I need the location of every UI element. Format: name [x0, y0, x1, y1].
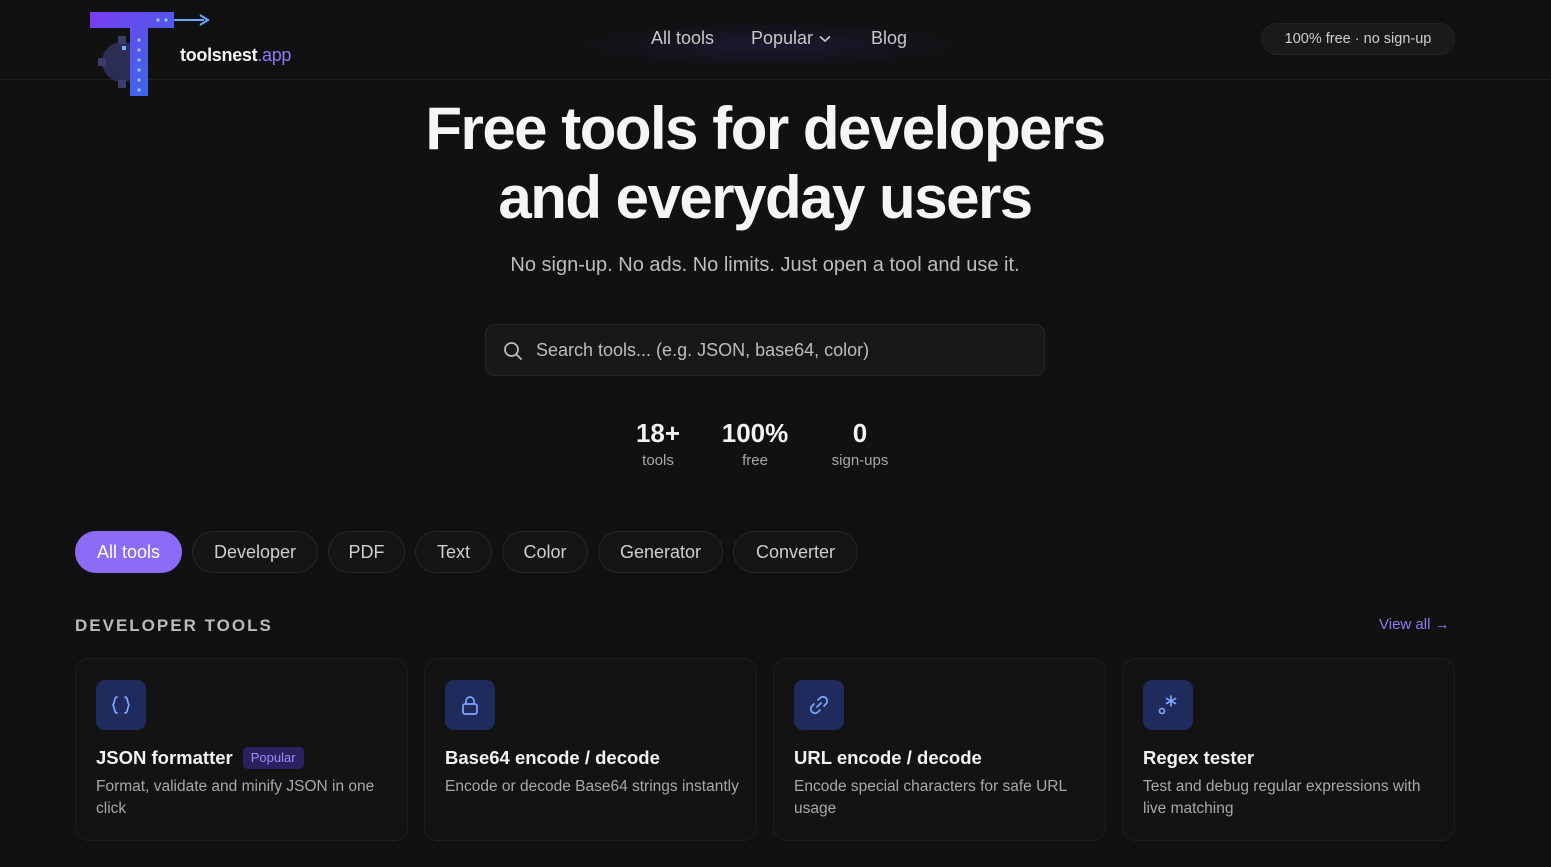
stat-value: 18+ [635, 418, 681, 448]
filter-generator[interactable]: Generator [598, 531, 723, 573]
chevron-down-icon [819, 36, 831, 43]
free-badge: 100% free · no sign-up [1261, 23, 1455, 55]
logo[interactable]: toolsnest.app [86, 6, 316, 102]
regex-icon [1158, 695, 1177, 715]
tool-title: Base64 encode / decode [445, 747, 660, 768]
link-icon [809, 695, 829, 715]
site-header: toolsnest.app All tools Popular Blog 100… [0, 0, 1551, 96]
tool-description: Format, validate and minify JSON in one … [96, 778, 375, 817]
tool-card-regex-tester[interactable]: Regex tester Test and debug regular expr… [1122, 658, 1455, 841]
nav-item-popular-label: Popular [751, 28, 814, 48]
filter-text[interactable]: Text [415, 531, 492, 573]
braces-icon [111, 696, 131, 714]
stat-label: tools [642, 452, 674, 469]
tool-icon-tile [1143, 680, 1193, 730]
search-input[interactable] [536, 325, 1026, 375]
tool-description: Encode or decode Base64 strings instantl… [445, 778, 739, 795]
lock-icon [462, 696, 478, 715]
stat-value: 0 [852, 418, 868, 448]
page-title-line-1: Free tools for developers [425, 95, 1106, 162]
tool-icon-tile [794, 680, 844, 730]
search-icon [504, 342, 522, 360]
tool-card-url-encode[interactable]: URL encode / decode Encode special chara… [773, 658, 1106, 841]
nav-item-blog[interactable]: Blog [871, 28, 907, 49]
filter-developer[interactable]: Developer [192, 531, 318, 573]
filter-converter[interactable]: Converter [733, 531, 858, 573]
page-title-line-2: and everyday users [498, 164, 1033, 231]
filter-pdf[interactable]: PDF [328, 531, 405, 573]
tool-card-json-formatter[interactable]: JSON formatter Popular Format, validate a… [75, 658, 408, 841]
nav-item-all-tools[interactable]: All tools [651, 28, 714, 49]
section-title: DEVELOPER TOOLS [75, 616, 273, 635]
view-all-link[interactable]: View all → [1379, 616, 1450, 633]
tool-title: URL encode / decode [794, 747, 982, 768]
stat-tools: 18+ tools [628, 418, 688, 469]
stat-free: 100% free [715, 418, 795, 469]
stat-label: sign-ups [831, 452, 889, 469]
filter-all-tools[interactable]: All tools [75, 531, 182, 573]
page-title: Free tools for developers and everyday u… [0, 94, 1530, 232]
tool-description: Encode special characters for safe URL u… [794, 778, 1067, 817]
filter-color[interactable]: Color [502, 531, 588, 573]
tool-title: Regex tester [1143, 747, 1255, 768]
tool-description: Test and debug regular expressions with … [1143, 778, 1421, 817]
search-box[interactable] [485, 324, 1045, 376]
nav-item-popular[interactable]: Popular [751, 28, 831, 49]
stat-label: free [742, 452, 768, 469]
popular-badge: Popular [242, 747, 304, 769]
stat-value: 100% [721, 418, 789, 448]
stat-sign-ups: 0 sign-ups [820, 418, 900, 469]
tool-icon-tile [445, 680, 495, 730]
page-subtitle: No sign-up. No ads. No limits. Just open… [510, 254, 1020, 276]
tool-card-base64[interactable]: Base64 encode / decode Encode or decode … [424, 658, 757, 841]
tool-title-text: JSON formatter [96, 747, 233, 768]
tool-title: JSON formatter Popular [96, 747, 304, 769]
tool-icon-tile [96, 680, 146, 730]
